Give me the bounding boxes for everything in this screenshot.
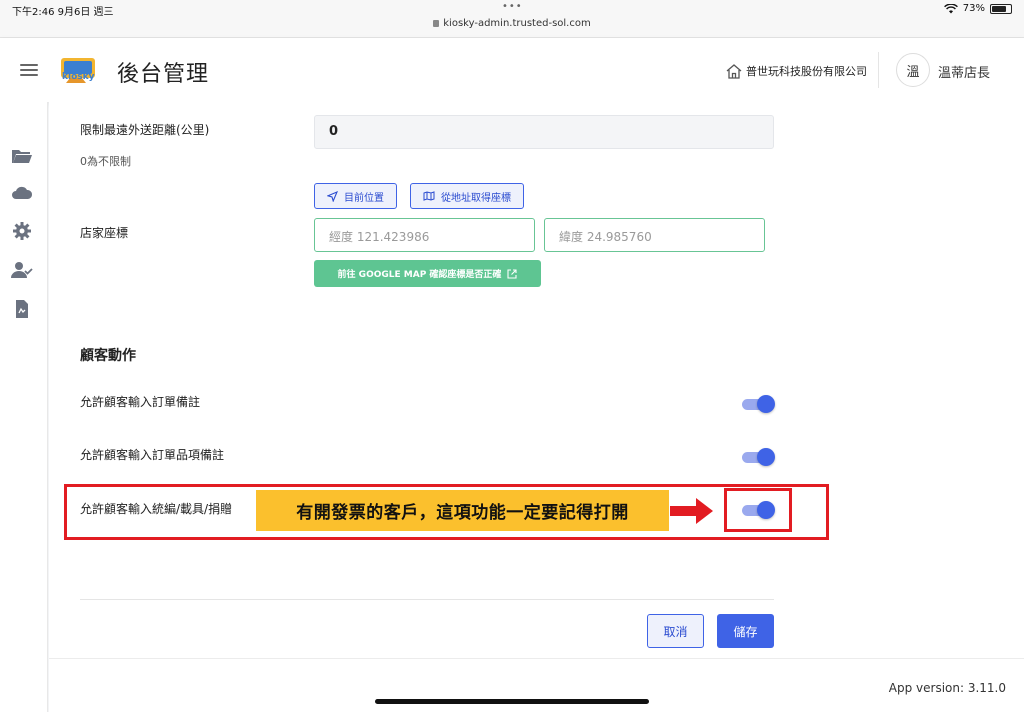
- order-note-toggle[interactable]: [742, 394, 776, 414]
- user-name[interactable]: 溫蒂店長: [938, 62, 990, 81]
- home-icon: [726, 63, 742, 79]
- url-text: kiosky-admin.trusted-sol.com: [443, 18, 591, 29]
- longitude-input[interactable]: 經度 121.423986: [314, 218, 535, 252]
- battery-percent: 73%: [962, 3, 985, 14]
- latitude-input[interactable]: 緯度 24.985760: [544, 218, 765, 252]
- user-check-icon[interactable]: [11, 260, 33, 280]
- max-distance-hint: 0為不限制: [80, 155, 131, 168]
- annotation-callout: 有開發票的客戶，這項功能一定要記得打開: [256, 490, 669, 531]
- svg-text:kiosky: kiosky: [62, 72, 95, 82]
- company-name: 普世玩科技股份有限公司: [746, 65, 867, 78]
- document-icon[interactable]: [11, 299, 33, 319]
- kiosky-logo: kiosky: [61, 58, 95, 83]
- avatar[interactable]: 溫: [896, 53, 930, 87]
- url-bar[interactable]: kiosky-admin.trusted-sol.com: [0, 18, 1024, 29]
- app-header: kiosky 後台管理 普世玩科技股份有限公司 溫 溫蒂店長: [0, 38, 1024, 102]
- customer-actions-title: 顧客動作: [80, 348, 136, 364]
- battery-icon: [990, 3, 1012, 14]
- google-map-button[interactable]: 前往 GOOGLE MAP 確認座標是否正確: [314, 260, 541, 287]
- external-link-icon: [507, 268, 517, 279]
- item-note-label: 允許顧客輸入訂單品項備註: [80, 448, 225, 462]
- status-right: 73%: [943, 3, 1012, 14]
- google-map-label: 前往 GOOGLE MAP 確認座標是否正確: [337, 270, 502, 280]
- map-icon: [423, 191, 435, 201]
- cloud-icon[interactable]: [11, 183, 33, 203]
- page-title: 後台管理: [117, 62, 210, 87]
- menu-icon[interactable]: [20, 64, 38, 76]
- max-distance-input[interactable]: 0: [314, 115, 774, 149]
- address-to-coords-button[interactable]: 從地址取得座標: [410, 183, 524, 209]
- status-bar: 下午2:46 9月6日 週三 ••• kiosky-admin.trusted-…: [0, 0, 1024, 38]
- folder-icon[interactable]: [11, 146, 33, 166]
- app-version: App version: 3.11.0: [888, 681, 1006, 695]
- header-divider: [878, 52, 879, 88]
- max-distance-label: 限制最遠外送距離(公里): [80, 123, 210, 137]
- cancel-button[interactable]: 取消: [647, 614, 704, 648]
- save-button[interactable]: 儲存: [717, 614, 774, 648]
- order-note-label: 允許顧客輸入訂單備註: [80, 395, 201, 409]
- invoice-option-label: 允許顧客輸入統編/載具/捐贈: [80, 502, 233, 516]
- item-note-toggle[interactable]: [742, 447, 776, 467]
- lock-icon: [433, 20, 440, 27]
- home-indicator[interactable]: [375, 699, 649, 704]
- form-divider: [80, 599, 774, 600]
- store-coords-label: 店家座標: [80, 226, 129, 240]
- company-switcher[interactable]: 普世玩科技股份有限公司: [726, 63, 867, 79]
- arrow-right-icon: [670, 498, 713, 524]
- current-location-label: 目前位置: [344, 192, 384, 204]
- more-dots-icon[interactable]: •••: [502, 1, 523, 12]
- wifi-icon: [943, 3, 958, 13]
- sidebar: [0, 102, 48, 712]
- address-to-coords-label: 從地址取得座標: [441, 192, 511, 204]
- settings-card: [49, 102, 1024, 658]
- status-time: 下午2:46 9月6日 週三: [12, 7, 114, 18]
- gear-icon[interactable]: [11, 221, 33, 241]
- current-location-button[interactable]: 目前位置: [314, 183, 397, 209]
- invoice-option-toggle[interactable]: [742, 500, 776, 520]
- navigation-arrow-icon: [327, 190, 338, 202]
